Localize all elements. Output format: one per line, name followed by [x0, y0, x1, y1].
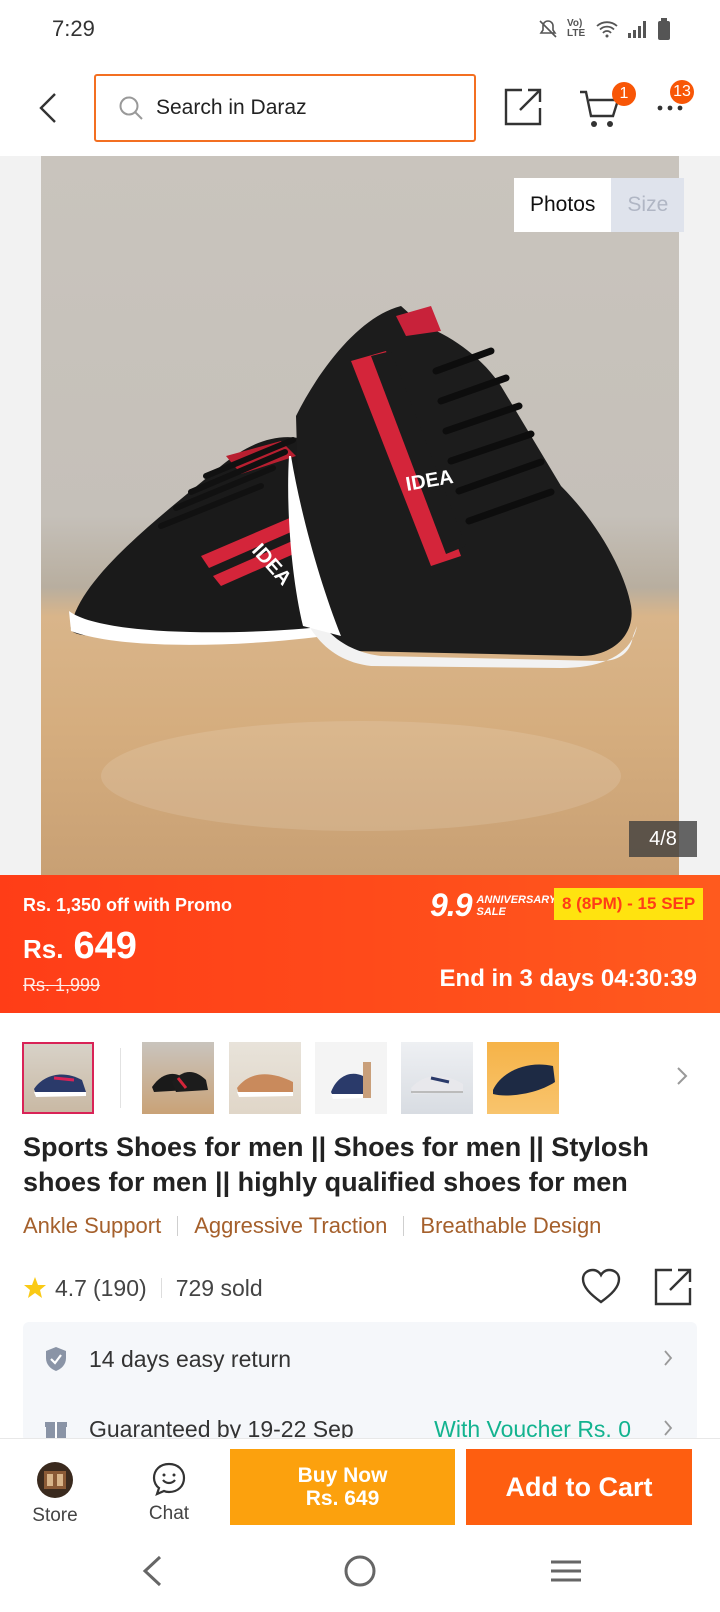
thumbnail-next-button[interactable]: [676, 1066, 688, 1091]
buy-now-button[interactable]: Buy Now Rs. 649: [230, 1449, 455, 1525]
gallery-tab-switch: Photos Size: [514, 178, 685, 232]
thumbnail-3[interactable]: [229, 1042, 301, 1114]
system-nav-bar: [0, 1538, 720, 1612]
nav-home-button[interactable]: [343, 1554, 377, 1593]
tab-photos[interactable]: Photos: [514, 178, 612, 232]
chevron-right-icon: [677, 1067, 688, 1085]
search-placeholder: Search in Daraz: [156, 96, 307, 119]
original-price: Rs. 1,999: [23, 975, 101, 995]
store-label: Store: [32, 1505, 78, 1526]
rating-count: (190): [92, 1274, 147, 1301]
feature-tag: Breathable Design: [420, 1213, 602, 1238]
cart-count-badge: 1: [612, 82, 636, 106]
signal-icon: [628, 21, 646, 38]
thumbnail-1[interactable]: [22, 1042, 94, 1114]
shield-icon: [43, 1346, 69, 1372]
thumbnail-4[interactable]: [315, 1042, 387, 1114]
back-button[interactable]: [28, 88, 68, 128]
chat-button[interactable]: Chat: [134, 1461, 204, 1525]
thumbnail-divider: [120, 1048, 121, 1108]
feature-separator: [403, 1216, 405, 1236]
sale-logo-number: 9.9: [430, 887, 472, 923]
star-icon: [23, 1276, 47, 1300]
share-icon: [504, 88, 542, 126]
network-label: Vo) LTE: [567, 18, 586, 39]
sale-logo: 9.9 ANNIVERSARY SALE: [430, 887, 556, 924]
circle-home-icon: [344, 1555, 376, 1587]
thumbnail-2[interactable]: [142, 1042, 214, 1114]
bottom-action-bar: Store Chat Buy Now Rs. 649 Add to Cart: [0, 1438, 720, 1538]
feature-tag: Aggressive Traction: [194, 1213, 388, 1238]
top-header: Search in Daraz 1 13: [0, 68, 720, 148]
price-value: 649: [73, 925, 137, 967]
search-icon: [118, 95, 144, 121]
wifi-icon: [596, 21, 618, 38]
mute-icon: [539, 20, 557, 38]
tab-size[interactable]: Size: [611, 178, 685, 232]
notification-count-badge: 13: [670, 80, 694, 104]
promo-text: Rs. 1,350 off with Promo: [23, 895, 233, 915]
search-input[interactable]: Search in Daraz: [94, 74, 476, 142]
feature-separator: [177, 1216, 179, 1236]
chevron-left-icon: [142, 1555, 162, 1587]
current-price: Rs. 649: [23, 925, 137, 968]
share-icon: [654, 1268, 692, 1306]
rating-divider: [160, 1278, 162, 1298]
wishlist-button[interactable]: [580, 1266, 622, 1308]
sale-countdown: End in 3 days 04:30:39: [439, 965, 697, 992]
nav-menu-button[interactable]: [549, 1554, 583, 1593]
chevron-right-icon: [663, 1346, 673, 1373]
buy-now-label: Buy Now: [297, 1464, 388, 1487]
product-share-button[interactable]: [652, 1266, 694, 1308]
gallery-next-peek: [679, 156, 720, 875]
status-bar: 7:29 Vo) LTE: [0, 0, 720, 58]
price-currency: Rs.: [23, 934, 64, 964]
add-to-cart-button[interactable]: Add to Cart: [466, 1449, 692, 1525]
sale-logo-text-2: SALE: [476, 905, 506, 918]
chat-icon: [134, 1461, 204, 1497]
shoe-illustration: IDEA IDEA: [69, 306, 637, 831]
feature-tags: Ankle Support Aggressive Traction Breath…: [23, 1213, 601, 1239]
thumbnail-5[interactable]: [401, 1042, 473, 1114]
battery-icon: [658, 18, 670, 40]
rating-value: 4.7: [55, 1274, 87, 1301]
gallery-prev-peek: [0, 156, 41, 875]
service-card: 14 days easy return Guaranteed by 19-22 …: [23, 1322, 697, 1442]
thumbnail-strip: [0, 1040, 720, 1116]
cart-button[interactable]: 1: [578, 82, 636, 130]
sale-logo-text: ANNIVERSARY SALE: [476, 894, 556, 918]
store-button[interactable]: Store: [20, 1461, 90, 1527]
feature-tag: Ankle Support: [23, 1213, 162, 1238]
product-image[interactable]: IDEA IDEA: [41, 156, 679, 875]
heart-icon: [581, 1268, 621, 1304]
buy-now-price: Rs. 649: [305, 1487, 380, 1510]
chat-label: Chat: [148, 1503, 190, 1524]
status-icons: Vo) LTE: [538, 18, 670, 40]
sale-logo-text-1: ANNIVERSARY: [476, 893, 557, 906]
menu-icon: [551, 1560, 581, 1582]
more-button[interactable]: 13: [656, 80, 696, 128]
sold-count: 729 sold: [175, 1274, 263, 1301]
delivery-row[interactable]: Guaranteed by 19-22 Sep With Voucher Rs.…: [23, 1404, 697, 1442]
status-time: 7:29: [52, 16, 95, 41]
thumbnail-6[interactable]: [487, 1042, 559, 1114]
sale-dates: 8 (8PM) - 15 SEP: [554, 888, 704, 920]
chevron-left-icon: [39, 93, 56, 123]
return-policy-text: 14 days easy return: [89, 1345, 292, 1372]
return-policy-row[interactable]: 14 days easy return: [23, 1334, 697, 1384]
image-counter: 4/8: [629, 821, 697, 857]
nav-back-button[interactable]: [140, 1554, 164, 1593]
share-button[interactable]: [502, 86, 544, 128]
price-banner: Rs. 1,350 off with Promo Rs. 649 Rs. 1,9…: [0, 875, 720, 1013]
store-avatar-icon: [20, 1461, 90, 1499]
product-title: Sports Shoes for men || Shoes for men ||…: [23, 1132, 649, 1197]
